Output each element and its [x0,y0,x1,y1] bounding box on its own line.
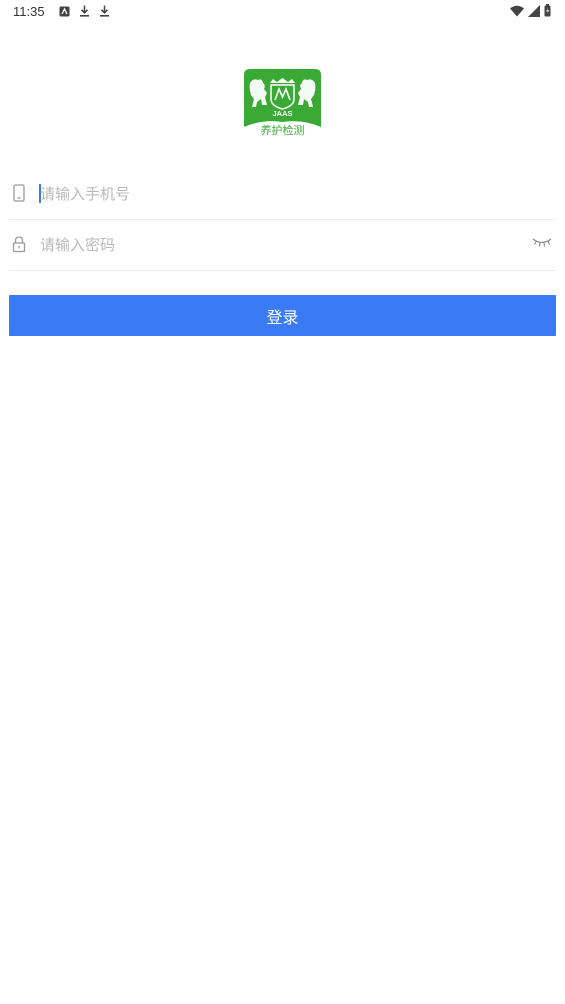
status-time: 11:35 [13,4,45,19]
password-field [9,220,556,271]
phone-input[interactable] [40,182,520,206]
login-button[interactable]: 登录 [9,295,556,336]
download-icon [80,5,89,17]
download-icon [100,5,109,17]
keyboard-icon [59,6,70,16]
eye-closed-icon[interactable] [532,237,552,249]
text-caret [39,184,41,203]
app-logo: JAAS 养护检测 [244,69,321,138]
status-notification-icons [59,5,110,17]
status-bar: 11:35 [0,0,565,24]
phone-field [9,169,556,220]
lock-icon [12,236,26,253]
status-system-icons [510,4,551,17]
battery-icon [544,4,551,17]
logo-emblem-text: JAAS [272,109,292,118]
phone-icon [13,184,25,202]
password-input[interactable] [40,233,520,257]
wifi-icon [510,5,524,16]
signal-icon [528,4,540,17]
logo-caption: 养护检测 [261,123,305,137]
